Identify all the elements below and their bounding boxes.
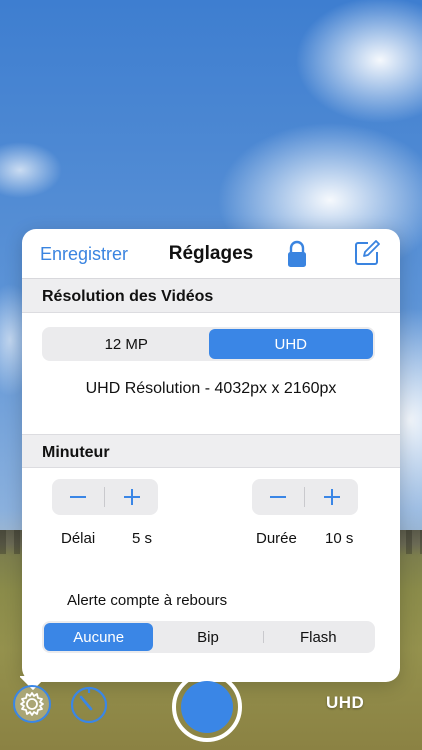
- shutter-inner: [181, 681, 233, 733]
- timer-header: Minuteur: [22, 434, 400, 468]
- delay-increment-button[interactable]: [106, 479, 158, 515]
- stepper-divider: [104, 487, 105, 507]
- settings-button[interactable]: [13, 685, 51, 723]
- video-resolution-header-label: Résolution des Vidéos: [42, 288, 214, 305]
- alert-option-none[interactable]: Aucune: [44, 623, 154, 651]
- popover-navbar: Enregistrer Réglages: [22, 229, 400, 279]
- delay-decrement-button[interactable]: [52, 479, 104, 515]
- delay-label: Délai: [61, 530, 96, 547]
- lock-icon[interactable]: [286, 240, 308, 268]
- resolution-option-12mp[interactable]: 12 MP: [44, 329, 209, 359]
- minus-icon: [70, 496, 86, 498]
- plus-icon: [324, 489, 340, 505]
- popover-title: Réglages: [168, 243, 254, 264]
- duration-decrement-button[interactable]: [252, 479, 304, 515]
- duration-value: 10 s: [325, 530, 354, 547]
- shutter-button[interactable]: [172, 672, 242, 742]
- gear-icon: [20, 692, 44, 716]
- duration-stepper: [252, 479, 358, 515]
- timer-button[interactable]: [69, 685, 109, 725]
- countdown-alert-label: Alerte compte à rebours: [67, 592, 228, 609]
- alert-option-flash[interactable]: Flash: [264, 623, 373, 651]
- timer-header-label: Minuteur: [42, 444, 110, 461]
- minus-icon: [270, 496, 286, 498]
- duration-label: Durée: [256, 530, 297, 547]
- resolution-description: UHD Résolution - 4032px x 2160px: [85, 380, 337, 397]
- duration-increment-button[interactable]: [306, 479, 358, 515]
- plus-icon: [124, 489, 140, 505]
- delay-value: 5 s: [132, 530, 153, 547]
- stepper-divider: [304, 487, 305, 507]
- compose-icon[interactable]: [354, 240, 380, 266]
- resolution-option-uhd[interactable]: UHD: [208, 329, 373, 359]
- settings-popover: Enregistrer Réglages Résolution des Vidé…: [22, 229, 400, 682]
- capture-mode-label[interactable]: UHD: [326, 693, 364, 713]
- resolution-segmented-control: 12 MP UHD: [42, 327, 375, 361]
- delay-stepper: [52, 479, 158, 515]
- timer-icon: [70, 686, 108, 724]
- alert-option-beep[interactable]: Bip: [153, 623, 262, 651]
- alert-segmented-control: Aucune Bip Flash: [42, 621, 375, 653]
- video-resolution-header: Résolution des Vidéos: [22, 279, 400, 313]
